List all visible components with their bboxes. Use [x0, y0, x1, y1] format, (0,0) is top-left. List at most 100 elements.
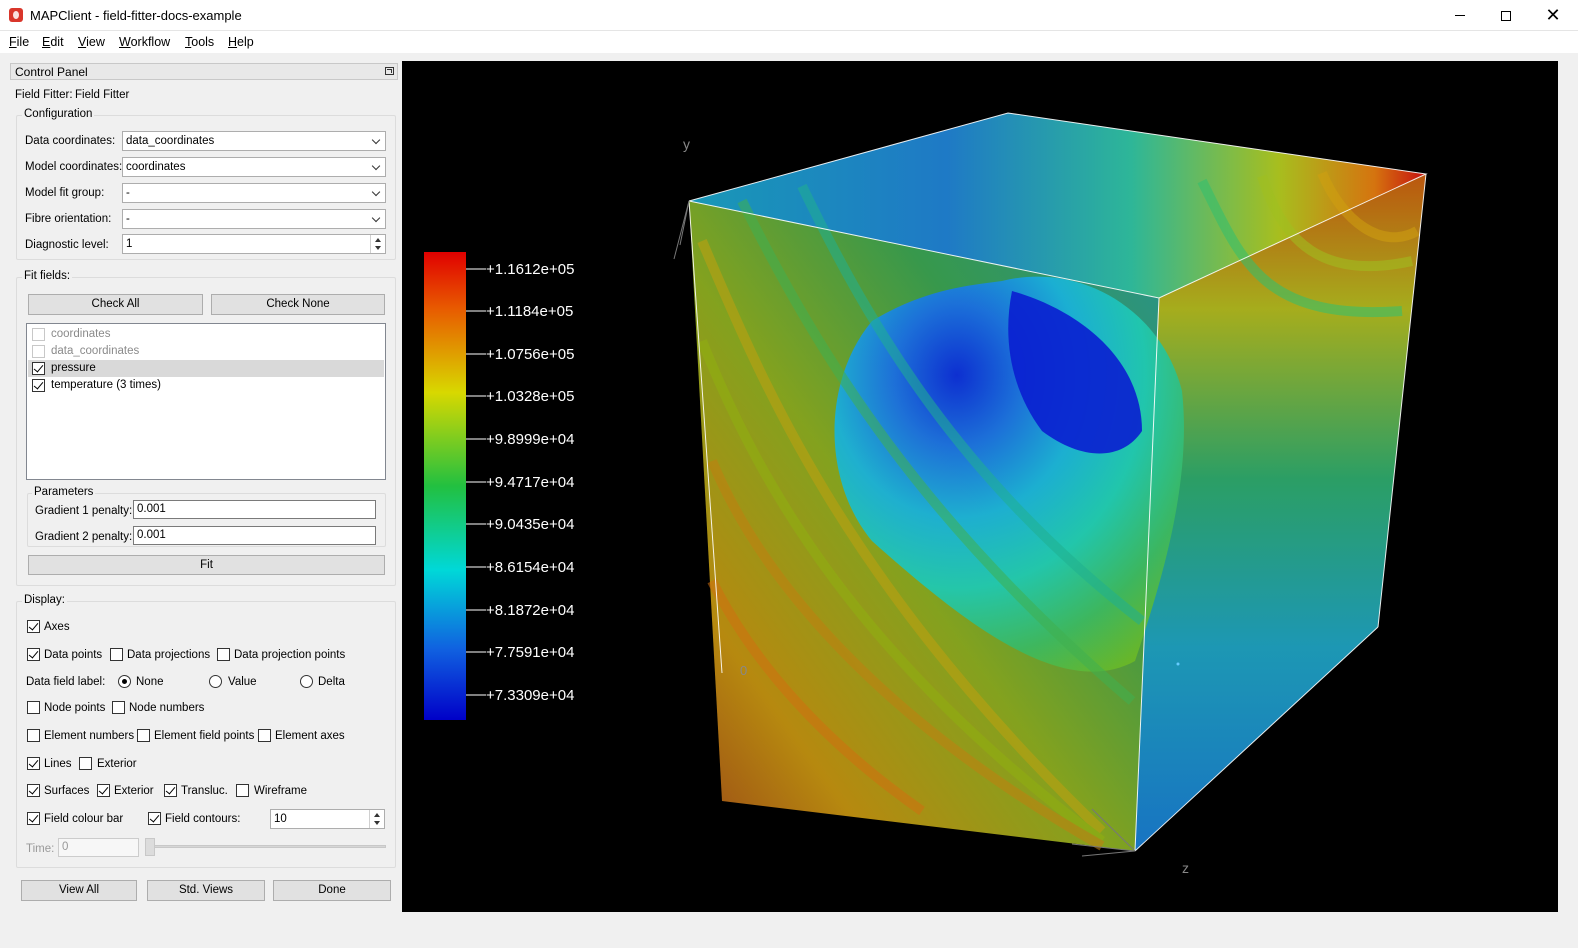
colour-bar-label: +1.1184e+05: [486, 303, 573, 320]
colour-bar-label: +9.0435e+04: [486, 516, 574, 533]
data-projections-checkbox[interactable]: [110, 648, 123, 661]
app-icon: [9, 8, 23, 22]
close-button[interactable]: ✕: [1530, 0, 1576, 31]
diagnostic-level-value: 1: [126, 238, 133, 250]
list-item[interactable]: temperature (3 times): [28, 377, 384, 394]
close-icon: ✕: [1545, 5, 1561, 25]
wireframe-label: Wireframe: [254, 785, 308, 797]
fit-fields-title: Fit fields:: [22, 270, 73, 282]
done-button[interactable]: Done: [273, 880, 391, 901]
element-field-points-label: Element field points: [154, 730, 255, 742]
axis-z-label: z: [1182, 860, 1189, 876]
colour-bar: [424, 252, 466, 720]
scene-viewport[interactable]: +1.1612e+05 +1.1184e+05 +1.0756e+05 +1.0…: [402, 61, 1558, 912]
colour-bar-label: +1.1612e+05: [486, 261, 574, 278]
minimize-button[interactable]: [1437, 0, 1483, 31]
time-slider-handle[interactable]: [145, 838, 155, 856]
field-contours-checkbox[interactable]: [148, 812, 161, 825]
step-value: Field Fitter: [75, 89, 130, 101]
element-axes-checkbox[interactable]: [258, 729, 271, 742]
float-dock-icon[interactable]: [385, 67, 394, 75]
node-points-checkbox[interactable]: [27, 701, 40, 714]
data-field-label-label: Data field label:: [26, 676, 106, 688]
colour-bar-label: +8.1872e+04: [486, 602, 574, 619]
element-numbers-label: Element numbers: [44, 730, 135, 742]
menu-view[interactable]: View: [78, 35, 105, 49]
view-all-button[interactable]: View All: [21, 880, 137, 901]
spin-arrows-icon[interactable]: [369, 810, 384, 828]
menu-file[interactable]: File: [9, 35, 29, 49]
menu-edit[interactable]: Edit: [42, 35, 64, 49]
radio-delta-label: Delta: [318, 676, 345, 688]
data-projection-points-label: Data projection points: [234, 649, 346, 661]
checkbox[interactable]: [32, 328, 45, 341]
parameters-title: Parameters: [32, 486, 96, 498]
control-panel-title: Control Panel: [15, 65, 88, 79]
std-views-button[interactable]: Std. Views: [147, 880, 265, 901]
check-all-button[interactable]: Check All: [28, 294, 203, 315]
node-numbers-checkbox[interactable]: [112, 701, 125, 714]
menu-bar: File Edit View Workflow Tools Help: [0, 31, 1578, 53]
lines-exterior-checkbox[interactable]: [79, 757, 92, 770]
list-item-label: data_coordinates: [51, 345, 140, 357]
data-points-label: Data points: [44, 649, 103, 661]
colour-bar-label: +9.4717e+04: [486, 474, 574, 491]
menu-help[interactable]: Help: [228, 35, 254, 49]
diagnostic-level-spinbox[interactable]: 1: [122, 234, 386, 254]
check-none-button[interactable]: Check None: [211, 294, 385, 315]
checkbox[interactable]: [32, 379, 45, 392]
minimize-icon: [1455, 15, 1465, 16]
field-colour-bar-checkbox[interactable]: [27, 812, 40, 825]
time-slider-track[interactable]: [145, 845, 386, 848]
fit-fields-list[interactable]: coordinates data_coordinates pressure te…: [26, 323, 386, 480]
model-fit-group-label: Model fit group:: [25, 187, 105, 199]
radio-none-label: None: [136, 676, 164, 688]
checkbox[interactable]: [32, 362, 45, 375]
fibre-orientation-combo[interactable]: -: [122, 209, 386, 229]
list-item-label: coordinates: [51, 328, 111, 340]
fit-button[interactable]: Fit: [28, 555, 385, 575]
list-item-label: temperature (3 times): [51, 379, 161, 391]
display-title: Display:: [22, 594, 67, 606]
radio-none[interactable]: [118, 675, 131, 688]
data-projection-points-checkbox[interactable]: [217, 648, 230, 661]
model-coordinates-combo[interactable]: coordinates: [122, 157, 386, 177]
gradient1-input[interactable]: 0.001: [133, 500, 376, 519]
menu-tools[interactable]: Tools: [185, 35, 214, 49]
wireframe-checkbox[interactable]: [236, 784, 249, 797]
gradient2-label: Gradient 2 penalty:: [35, 531, 133, 543]
window-title: MAPClient - field-fitter-docs-example: [30, 8, 242, 23]
axes-checkbox[interactable]: [27, 620, 40, 633]
field-colour-bar-label: Field colour bar: [44, 813, 124, 825]
transluc-checkbox[interactable]: [164, 784, 177, 797]
colour-bar-label: +7.7591e+04: [486, 644, 574, 661]
radio-delta[interactable]: [300, 675, 313, 688]
model-fit-group-combo[interactable]: -: [122, 183, 386, 203]
checkbox[interactable]: [32, 345, 45, 358]
lines-checkbox[interactable]: [27, 757, 40, 770]
title-bar: MAPClient - field-fitter-docs-example ✕: [0, 0, 1578, 31]
list-item[interactable]: pressure: [28, 360, 384, 377]
element-axes-label: Element axes: [275, 730, 345, 742]
data-coordinates-combo[interactable]: data_coordinates: [122, 131, 386, 151]
node-numbers-label: Node numbers: [129, 702, 205, 714]
surfaces-exterior-checkbox[interactable]: [97, 784, 110, 797]
spin-arrows-icon[interactable]: [370, 235, 385, 253]
element-numbers-checkbox[interactable]: [27, 729, 40, 742]
radio-value[interactable]: [209, 675, 222, 688]
list-item[interactable]: coordinates: [28, 326, 384, 343]
gradient2-input[interactable]: 0.001: [133, 526, 376, 545]
list-item[interactable]: data_coordinates: [28, 343, 384, 360]
data-points-checkbox[interactable]: [27, 648, 40, 661]
field-contours-spinbox[interactable]: 10: [270, 809, 385, 829]
gradient1-label: Gradient 1 penalty:: [35, 505, 133, 517]
element-field-points-checkbox[interactable]: [137, 729, 150, 742]
step-label: Field Fitter:: [15, 89, 73, 101]
surfaces-checkbox[interactable]: [27, 784, 40, 797]
maximize-button[interactable]: [1483, 0, 1529, 31]
time-input[interactable]: 0: [58, 838, 139, 857]
menu-workflow[interactable]: Workflow: [119, 35, 170, 49]
colour-bar-label: +1.0756e+05: [486, 346, 574, 363]
control-panel-header[interactable]: Control Panel: [10, 63, 398, 80]
time-label: Time:: [26, 843, 55, 855]
